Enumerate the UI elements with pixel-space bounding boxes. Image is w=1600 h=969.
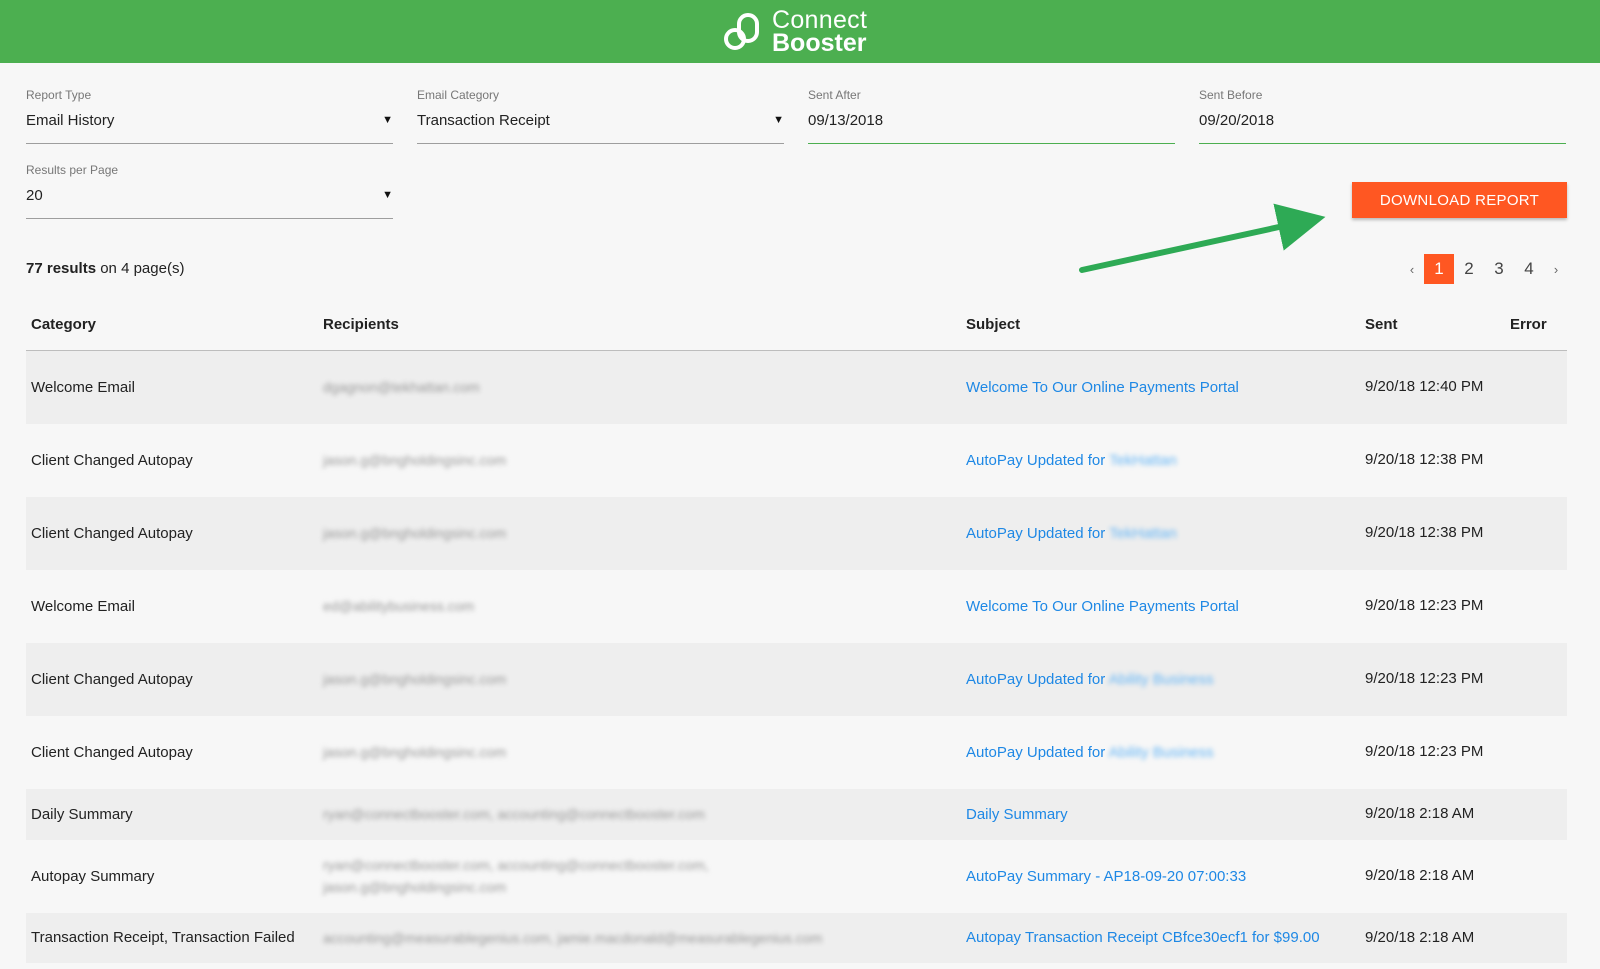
row-subject-link[interactable]: AutoPay Updated for TekHattan: [966, 452, 1177, 469]
table-row: Client Changed Autopay jason.g@bngholdin…: [26, 643, 1567, 716]
row-subject-client: TekHattan: [1109, 524, 1177, 542]
row-sent: 9/20/18 2:18 AM: [1365, 867, 1475, 884]
logo-text-booster: Booster: [772, 29, 867, 57]
annotation-arrow-icon: [1079, 203, 1326, 273]
dropdown-arrow-icon: ▼: [773, 114, 784, 126]
table-row: Client Changed Autopay jason.g@bngholdin…: [26, 424, 1567, 497]
row-subject-text: AutoPay Summary - AP18-09-20 07:00:33: [966, 867, 1247, 885]
table-row: Transaction Receipt, Transaction Failed …: [26, 913, 1567, 963]
column-header-recipients[interactable]: Recipients: [323, 316, 399, 333]
row-subject-text: AutoPay Updated for: [966, 670, 1109, 688]
next-page-icon[interactable]: ›: [1544, 254, 1568, 284]
row-subject-text: AutoPay Updated for: [966, 524, 1110, 542]
row-subject-link[interactable]: Welcome To Our Online Payments Portal: [966, 379, 1239, 396]
row-recipients: jason.g@bngholdingsinc.com: [323, 452, 507, 468]
row-category: Client Changed Autopay: [31, 743, 193, 761]
row-subject-text: Autopay Transaction Receipt CBfce30ecf1 …: [966, 929, 1320, 946]
results-count: 77 results: [26, 260, 97, 277]
row-subject-link[interactable]: AutoPay Updated for TekHattan: [966, 525, 1177, 542]
row-recipients: ryan@connectbooster.com, accounting@conn…: [323, 806, 705, 822]
row-subject-link[interactable]: AutoPay Updated for Ability Business: [966, 671, 1214, 688]
results-per-page-select[interactable]: Results per Page 20 ▼: [26, 163, 393, 219]
row-category: Transaction Receipt, Transaction Failed: [31, 929, 295, 946]
row-recipients: jason.g@bngholdingsinc.com: [323, 744, 507, 760]
sent-before-label: Sent Before: [1199, 88, 1263, 102]
sent-after-value: 09/13/2018: [808, 112, 884, 129]
row-subject-text: Welcome To Our Online Payments Portal: [966, 597, 1239, 615]
sent-after-input[interactable]: Sent After 09/13/2018: [808, 88, 1175, 144]
top-bar: Connect Booster: [0, 0, 1600, 63]
row-subject-text: AutoPay Updated for: [966, 743, 1109, 761]
email-category-label: Email Category: [417, 88, 500, 102]
download-report-button[interactable]: DOWNLOAD REPORT: [1352, 182, 1567, 218]
row-category: Daily Summary: [31, 805, 133, 823]
row-sent: 9/20/18 12:23 PM: [1365, 597, 1484, 614]
results-summary: 77 results on 4 page(s): [26, 260, 184, 277]
column-header-subject[interactable]: Subject: [966, 316, 1020, 333]
column-header-category[interactable]: Category: [31, 316, 96, 333]
row-subject-link[interactable]: AutoPay Updated for Ability Business: [966, 744, 1214, 761]
table-row: Client Changed Autopay jason.g@bngholdin…: [26, 497, 1567, 570]
table-row: Welcome Email dgagnon@tekhattan.com Welc…: [26, 351, 1567, 424]
row-subject-link[interactable]: Welcome To Our Online Payments Portal: [966, 598, 1239, 615]
results-per-page-value: 20: [26, 187, 43, 204]
row-subject-text: AutoPay Updated for: [966, 451, 1110, 469]
table-header: Category Recipients Subject Sent Error: [26, 302, 1567, 351]
row-category: Welcome Email: [31, 378, 135, 396]
row-recipients: jason.g@bngholdingsinc.com: [323, 671, 507, 687]
row-sent: 9/20/18 12:38 PM: [1365, 451, 1484, 468]
row-recipients: accounting@measurablegenius.com, jamie.m…: [323, 929, 823, 946]
row-sent: 9/20/18 12:38 PM: [1365, 524, 1484, 541]
sent-before-value: 09/20/2018: [1199, 112, 1275, 129]
report-type-select[interactable]: Report Type Email History ▼: [26, 88, 393, 144]
row-sent: 9/20/18 12:23 PM: [1365, 743, 1484, 760]
row-subject-link[interactable]: Autopay Transaction Receipt CBfce30ecf1 …: [966, 929, 1320, 946]
row-recipients: ryan@connectbooster.com, accounting@conn…: [323, 857, 709, 895]
row-sent: 9/20/18 2:18 AM: [1365, 928, 1475, 946]
page-1-button[interactable]: 1: [1424, 254, 1454, 284]
table-row: Daily Summary ryan@connectbooster.com, a…: [26, 789, 1567, 840]
row-subject-link[interactable]: AutoPay Summary - AP18-09-20 07:00:33: [966, 868, 1246, 885]
dropdown-arrow-icon: ▼: [382, 114, 393, 126]
row-recipients: ed@abilitybusiness.com: [323, 598, 475, 614]
row-category: Client Changed Autopay: [31, 524, 193, 542]
sent-before-input[interactable]: Sent Before 09/20/2018: [1199, 88, 1566, 144]
report-type-label: Report Type: [26, 88, 92, 102]
table-row: Autopay Summary ryan@connectbooster.com,…: [26, 840, 1567, 913]
row-sent: 9/20/18 12:23 PM: [1365, 670, 1484, 687]
row-subject-text: Daily Summary: [966, 805, 1068, 823]
email-category-value: Transaction Receipt: [417, 112, 550, 129]
table-row: Client Changed Autopay jason.g@bngholdin…: [26, 716, 1567, 789]
prev-page-icon[interactable]: ‹: [1400, 254, 1424, 284]
row-category: Client Changed Autopay: [31, 670, 193, 688]
row-subject-link[interactable]: Daily Summary: [966, 806, 1068, 823]
row-subject-text: Welcome To Our Online Payments Portal: [966, 378, 1239, 396]
column-header-sent[interactable]: Sent: [1365, 316, 1398, 333]
row-category: Client Changed Autopay: [31, 451, 193, 469]
row-recipients: dgagnon@tekhattan.com: [323, 379, 480, 395]
email-history-table: Category Recipients Subject Sent Error W…: [26, 302, 1567, 963]
page-2-button[interactable]: 2: [1454, 254, 1484, 284]
table-row: Welcome Email ed@abilitybusiness.com Wel…: [26, 570, 1567, 643]
sent-after-label: Sent After: [808, 88, 861, 102]
dropdown-arrow-icon: ▼: [382, 189, 393, 201]
connectbooster-logo[interactable]: Connect Booster: [722, 6, 867, 58]
row-category: Welcome Email: [31, 597, 135, 615]
pagination: ‹ 1 2 3 4 ›: [1400, 254, 1568, 284]
page-3-button[interactable]: 3: [1484, 254, 1514, 284]
results-per-page-label: Results per Page: [26, 163, 119, 177]
report-type-value: Email History: [26, 112, 115, 129]
row-sent: 9/20/18 2:18 AM: [1365, 805, 1475, 822]
row-subject-client: TekHattan: [1109, 451, 1177, 469]
row-category: Autopay Summary: [31, 867, 155, 885]
page-4-button[interactable]: 4: [1514, 254, 1544, 284]
results-pages: on 4 page(s): [100, 260, 185, 277]
row-subject-client: Ability Business: [1108, 670, 1214, 688]
column-header-error[interactable]: Error: [1510, 316, 1547, 333]
row-subject-client: Ability Business: [1108, 743, 1214, 761]
row-sent: 9/20/18 12:40 PM: [1365, 378, 1484, 395]
email-category-select[interactable]: Email Category Transaction Receipt ▼: [417, 88, 784, 144]
logo-mark-icon: [724, 13, 759, 50]
row-recipients: jason.g@bngholdingsinc.com: [323, 525, 507, 541]
